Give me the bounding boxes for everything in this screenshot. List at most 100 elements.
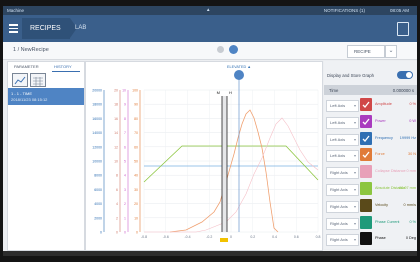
axis-select[interactable]: Right Axis ▾ (326, 217, 359, 230)
y-tick-label: 20 (114, 89, 118, 93)
axis-select[interactable]: Right Axis ▾ (326, 234, 359, 247)
recipe-dropdown[interactable]: RECIPE (347, 45, 385, 58)
signal-name: Velocity (375, 202, 389, 207)
panel-tabs: PARAMETER HISTORY (8, 62, 84, 72)
x-tick-label: -0.6 (163, 235, 169, 239)
signal-row: Left Axis ▾ Amplitude 0 % (324, 97, 417, 113)
y-tick-label: 18 (114, 103, 118, 107)
axis-select[interactable]: Left Axis ▾ (326, 133, 359, 146)
toolbar: 1 / NewRecipe RECIPE ⌄ (3, 42, 417, 60)
status-bar: Machine ▲ NOTIFICATIONS (1) 08:05 AM (3, 6, 417, 15)
check-icon (362, 101, 370, 108)
signal-checkbox[interactable] (360, 215, 372, 229)
signal-row: Left Axis ▾ Frequency 19999 Hz (324, 131, 417, 147)
device-frame: Machine ▲ NOTIFICATIONS (1) 08:05 AM REC… (0, 0, 420, 262)
export-icon[interactable] (397, 22, 409, 36)
x-tick-label: 0.2 (250, 235, 255, 239)
chevron-down-icon: ▾ (353, 203, 356, 209)
y-tick-label: 9 (124, 103, 126, 107)
display-store-toggle[interactable] (397, 71, 413, 79)
signal-value: 60.07 mm (399, 186, 416, 190)
menu-icon[interactable] (5, 20, 21, 36)
chevron-down-icon: ▾ (353, 237, 356, 243)
axis-select[interactable]: Left Axis ▾ (326, 150, 359, 163)
chevron-down-icon: ▾ (353, 119, 356, 125)
y-tick-label: 14000 (92, 131, 102, 135)
time-header: Time 0.000000 s (324, 85, 417, 95)
marker-label: ELEVATED ▲ (227, 65, 251, 69)
table-icon[interactable] (30, 73, 46, 87)
time-header-value: 0.000000 s (392, 88, 414, 93)
line-graph-icon[interactable] (12, 73, 28, 87)
signal-checkbox[interactable] (360, 131, 372, 145)
history-list-item[interactable]: 1 - 1 - TIME 2018/11/23 08:15:12 (8, 88, 84, 105)
tab-parameter[interactable]: PARAMETER (14, 64, 39, 69)
signal-value: 30 N (407, 152, 416, 157)
signal-checkbox[interactable] (360, 148, 372, 162)
signal-name: Collapse Distance (375, 169, 406, 174)
y-tick-label: 10 (134, 216, 138, 220)
notifications-link[interactable]: NOTIFICATIONS (1) (324, 8, 365, 13)
signal-checkbox[interactable] (360, 165, 372, 179)
marker-dot (234, 70, 244, 80)
signal-row: Right Axis ▾ Velocity 0 mm/s (324, 198, 417, 214)
y-tick-label: 0 (136, 231, 138, 235)
chart-area[interactable]: 20000 18000 16000 14000 12000 10000 8000 6000 40… (85, 61, 323, 251)
breadcrumb-recipes[interactable]: RECIPES (22, 18, 77, 39)
chevron-down-icon: ▾ (353, 136, 356, 142)
y-tick-label: 0 (124, 231, 126, 235)
signal-value: 0 Deg (405, 236, 416, 241)
y-tick-label: 90 (134, 103, 138, 107)
chevron-down-icon: ▾ (353, 153, 356, 159)
signal-value: 0 mm/s (403, 202, 416, 207)
y-tick-label: 8000 (94, 174, 102, 178)
time-header-label: Time (329, 88, 339, 93)
chevron-down-icon: ▾ (353, 103, 356, 108)
history-item-date: 2018/11/23 08:15:12 (11, 97, 48, 102)
y-tick-label: 30 (134, 188, 138, 192)
y-tick-label: 6 (116, 188, 118, 192)
chevron-down-icon: ▾ (353, 170, 356, 176)
signal-name: Force (375, 152, 385, 157)
axis-select[interactable]: Left Axis ▾ (326, 116, 359, 129)
y-tick-label: 12000 (92, 145, 102, 149)
chevron-down-icon[interactable]: ⌄ (385, 45, 397, 58)
y-tick-label: 2 (124, 202, 126, 206)
x-tick-label: 0 (230, 235, 232, 239)
y-tick-label: 80 (134, 117, 138, 121)
cursor-label-left: M (217, 90, 220, 95)
axis-select[interactable]: Right Axis ▾ (326, 200, 359, 213)
page-dot-2[interactable] (229, 45, 238, 54)
status-machine: Machine (7, 8, 25, 13)
display-store-label: Display and Store Graph (327, 73, 375, 78)
signal-row: Left Axis ▾ Force 30 N (324, 147, 417, 163)
signal-value: 19999 Hz (399, 135, 416, 140)
cursor-band (222, 96, 227, 232)
x-tick-label: 0.6 (294, 235, 299, 239)
page-dot-1[interactable] (217, 46, 224, 53)
active-tab-underline (52, 71, 80, 72)
history-item-title: 1 - 1 - TIME (11, 91, 33, 96)
axis-select[interactable]: Right Axis ▾ (326, 167, 359, 180)
y-tick-label: 14 (114, 131, 118, 135)
chart-svg: 2000018000160001400012000100008000600040… (92, 65, 321, 242)
x-tick-label: 0.8 (316, 235, 321, 239)
bottom-bar (3, 251, 417, 256)
y-tick-label: 16000 (92, 117, 102, 121)
axis-select[interactable]: Left Axis ▾ (326, 100, 359, 112)
signal-row: Right Axis ▾ Phase Current 0 % (324, 215, 417, 231)
tab-history[interactable]: HISTORY (54, 64, 72, 69)
signal-checkbox[interactable] (360, 182, 372, 195)
signal-value: 0 % (409, 102, 416, 106)
user-icon: ▲ (206, 7, 211, 12)
signal-checkbox[interactable] (360, 98, 372, 111)
axis-select[interactable]: Right Axis ▾ (326, 184, 359, 196)
signal-checkbox[interactable] (360, 232, 372, 246)
x-tick-label: -0.8 (141, 235, 147, 239)
breadcrumb-lab[interactable]: LAB (75, 18, 86, 39)
check-icon (362, 151, 370, 159)
signal-checkbox[interactable] (360, 114, 372, 128)
signal-checkbox[interactable] (360, 198, 372, 212)
chevron-down-icon: ▾ (353, 187, 356, 192)
left-panel: PARAMETER HISTORY 1 - 1 - TIME 2018/11/2… (7, 61, 85, 251)
